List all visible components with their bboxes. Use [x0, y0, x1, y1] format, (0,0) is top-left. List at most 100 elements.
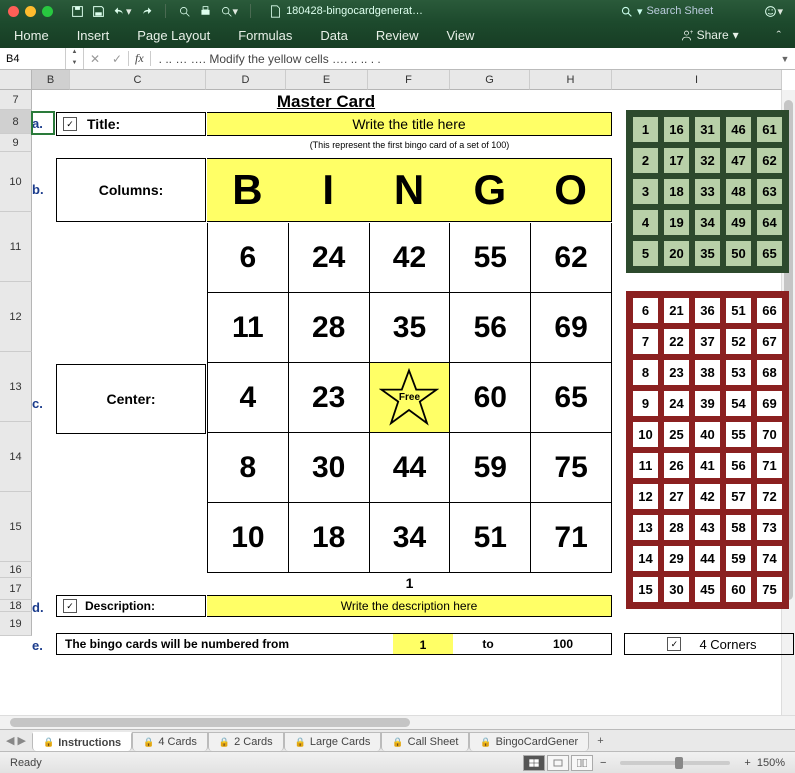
row-header-11[interactable]: 11 — [0, 212, 32, 282]
menu-data[interactable]: Data — [320, 28, 347, 43]
bingo-col-n[interactable]: N — [369, 159, 450, 221]
fx-icon[interactable]: fx — [128, 51, 151, 66]
column-header-E[interactable]: E — [286, 70, 368, 90]
four-corners-checkbox[interactable]: ✓ — [667, 637, 681, 651]
bingo-cell[interactable]: 71 — [531, 503, 612, 572]
close-window-button[interactable] — [8, 6, 19, 17]
numbering-to-cell[interactable]: 100 — [523, 637, 603, 651]
sheet-tab-largecards[interactable]: 🔒Large Cards — [284, 732, 382, 751]
feedback-icon[interactable]: ▾ — [764, 5, 783, 18]
menu-view[interactable]: View — [447, 28, 475, 43]
row-header-8[interactable]: 8 — [0, 110, 32, 134]
title-input-cell[interactable]: Write the title here — [207, 112, 612, 136]
name-box[interactable]: B4 — [0, 48, 66, 69]
sheet-tab-4cards[interactable]: 🔒4 Cards — [132, 732, 208, 751]
bingo-cell[interactable]: 69 — [531, 293, 612, 362]
minimize-window-button[interactable] — [25, 6, 36, 17]
maximize-window-button[interactable] — [42, 6, 53, 17]
bingo-cell[interactable]: 4 — [207, 363, 289, 432]
zoom-in-icon[interactable]: ▾ — [220, 5, 239, 18]
bingo-cell[interactable]: 62 — [531, 223, 612, 292]
column-header-D[interactable]: D — [206, 70, 286, 90]
sheet-tab-2cards[interactable]: 🔒2 Cards — [208, 732, 284, 751]
zoom-out-icon[interactable] — [178, 5, 191, 18]
column-header-G[interactable]: G — [450, 70, 530, 90]
bingo-cell[interactable]: 18 — [289, 503, 370, 572]
bingo-cell[interactable]: 8 — [207, 433, 289, 502]
bingo-cell[interactable]: 60 — [450, 363, 531, 432]
expand-formula-bar-icon[interactable]: ▼ — [775, 54, 795, 64]
bingo-free-cell[interactable]: Free — [370, 363, 451, 432]
row-header-15[interactable]: 15 — [0, 492, 32, 562]
share-button[interactable]: +Share ▾ — [680, 28, 739, 42]
bingo-cell[interactable]: 75 — [531, 433, 612, 502]
column-header-F[interactable]: F — [368, 70, 450, 90]
sheet-search[interactable]: ▾ Search Sheet — [620, 5, 747, 18]
zoom-in-button[interactable]: + — [744, 757, 750, 769]
select-all-corner[interactable] — [0, 70, 32, 90]
name-box-stepper[interactable]: ▲▼ — [66, 48, 84, 69]
bingo-cell[interactable]: 51 — [450, 503, 531, 572]
bingo-col-i[interactable]: I — [288, 159, 369, 221]
row-header-12[interactable]: 12 — [0, 282, 32, 352]
save-icon[interactable] — [92, 5, 105, 18]
bingo-col-g[interactable]: G — [449, 159, 530, 221]
row-header-10[interactable]: 10 — [0, 152, 32, 212]
menu-review[interactable]: Review — [376, 28, 419, 43]
zoom-level[interactable]: 150% — [757, 757, 785, 769]
bingo-cell[interactable]: 10 — [207, 503, 289, 572]
bingo-cell[interactable]: 24 — [289, 223, 370, 292]
column-header-H[interactable]: H — [530, 70, 612, 90]
bingo-col-b[interactable]: B — [207, 159, 288, 221]
tab-scroll-arrows[interactable]: ◀ ▶ — [0, 730, 32, 751]
zoom-slider[interactable] — [620, 761, 730, 765]
scrollbar-horizontal[interactable] — [0, 715, 795, 729]
row-header-18[interactable]: 18 — [0, 600, 32, 612]
accept-formula-icon[interactable]: ✓ — [106, 48, 128, 69]
bingo-cell[interactable]: 28 — [289, 293, 370, 362]
bingo-cell[interactable]: 55 — [450, 223, 531, 292]
undo-icon[interactable]: ▾ — [113, 5, 132, 18]
bingo-cell[interactable]: 11 — [207, 293, 289, 362]
title-checkbox[interactable]: ✓ — [63, 117, 77, 131]
view-page-layout-button[interactable] — [547, 755, 569, 771]
sheet-tab-generator[interactable]: 🔒BingoCardGener — [469, 732, 589, 751]
ribbon-collapse-icon[interactable]: ˆ — [777, 28, 781, 43]
column-header-B[interactable]: B — [32, 70, 70, 90]
row-header-16[interactable]: 16 — [0, 562, 32, 578]
print-icon[interactable] — [199, 5, 212, 18]
redo-icon[interactable] — [140, 5, 153, 18]
bingo-cell[interactable]: 42 — [370, 223, 451, 292]
zoom-out-button[interactable]: − — [600, 757, 606, 769]
row-header-14[interactable]: 14 — [0, 422, 32, 492]
row-header-17[interactable]: 17 — [0, 578, 32, 600]
menu-formulas[interactable]: Formulas — [238, 28, 292, 43]
numbering-from-cell[interactable]: 1 — [393, 634, 453, 654]
bingo-cell[interactable]: 30 — [289, 433, 370, 502]
row-header-7[interactable]: 7 — [0, 90, 32, 110]
description-checkbox[interactable]: ✓ — [63, 599, 77, 613]
bingo-col-o[interactable]: O — [530, 159, 611, 221]
description-input-cell[interactable]: Write the description here — [207, 595, 612, 617]
add-sheet-button[interactable]: + — [589, 730, 611, 751]
formula-input[interactable]: . .. … …. Modify the yellow cells …. .. … — [151, 52, 775, 66]
sheet-tab-instructions[interactable]: 🔒Instructions — [32, 732, 132, 751]
bingo-cell[interactable]: 59 — [450, 433, 531, 502]
bingo-cell[interactable]: 35 — [370, 293, 451, 362]
column-header-C[interactable]: C — [70, 70, 206, 90]
row-header-9[interactable]: 9 — [0, 134, 32, 152]
bingo-cell[interactable]: 34 — [370, 503, 451, 572]
view-page-break-button[interactable] — [571, 755, 593, 771]
row-header-13[interactable]: 13 — [0, 352, 32, 422]
sheet-tab-callsheet[interactable]: 🔒Call Sheet — [381, 732, 469, 751]
bingo-cell[interactable]: 44 — [370, 433, 451, 502]
column-header-I[interactable]: I — [612, 70, 782, 90]
autosave-icon[interactable] — [71, 5, 84, 18]
menu-page-layout[interactable]: Page Layout — [137, 28, 210, 43]
menu-home[interactable]: Home — [14, 28, 49, 43]
cancel-formula-icon[interactable]: ✕ — [84, 48, 106, 69]
cell-area[interactable]: Master Card a. ✓ Title: Write the title … — [32, 90, 795, 715]
bingo-cell[interactable]: 23 — [289, 363, 370, 432]
view-normal-button[interactable] — [523, 755, 545, 771]
bingo-cell[interactable]: 6 — [207, 223, 289, 292]
